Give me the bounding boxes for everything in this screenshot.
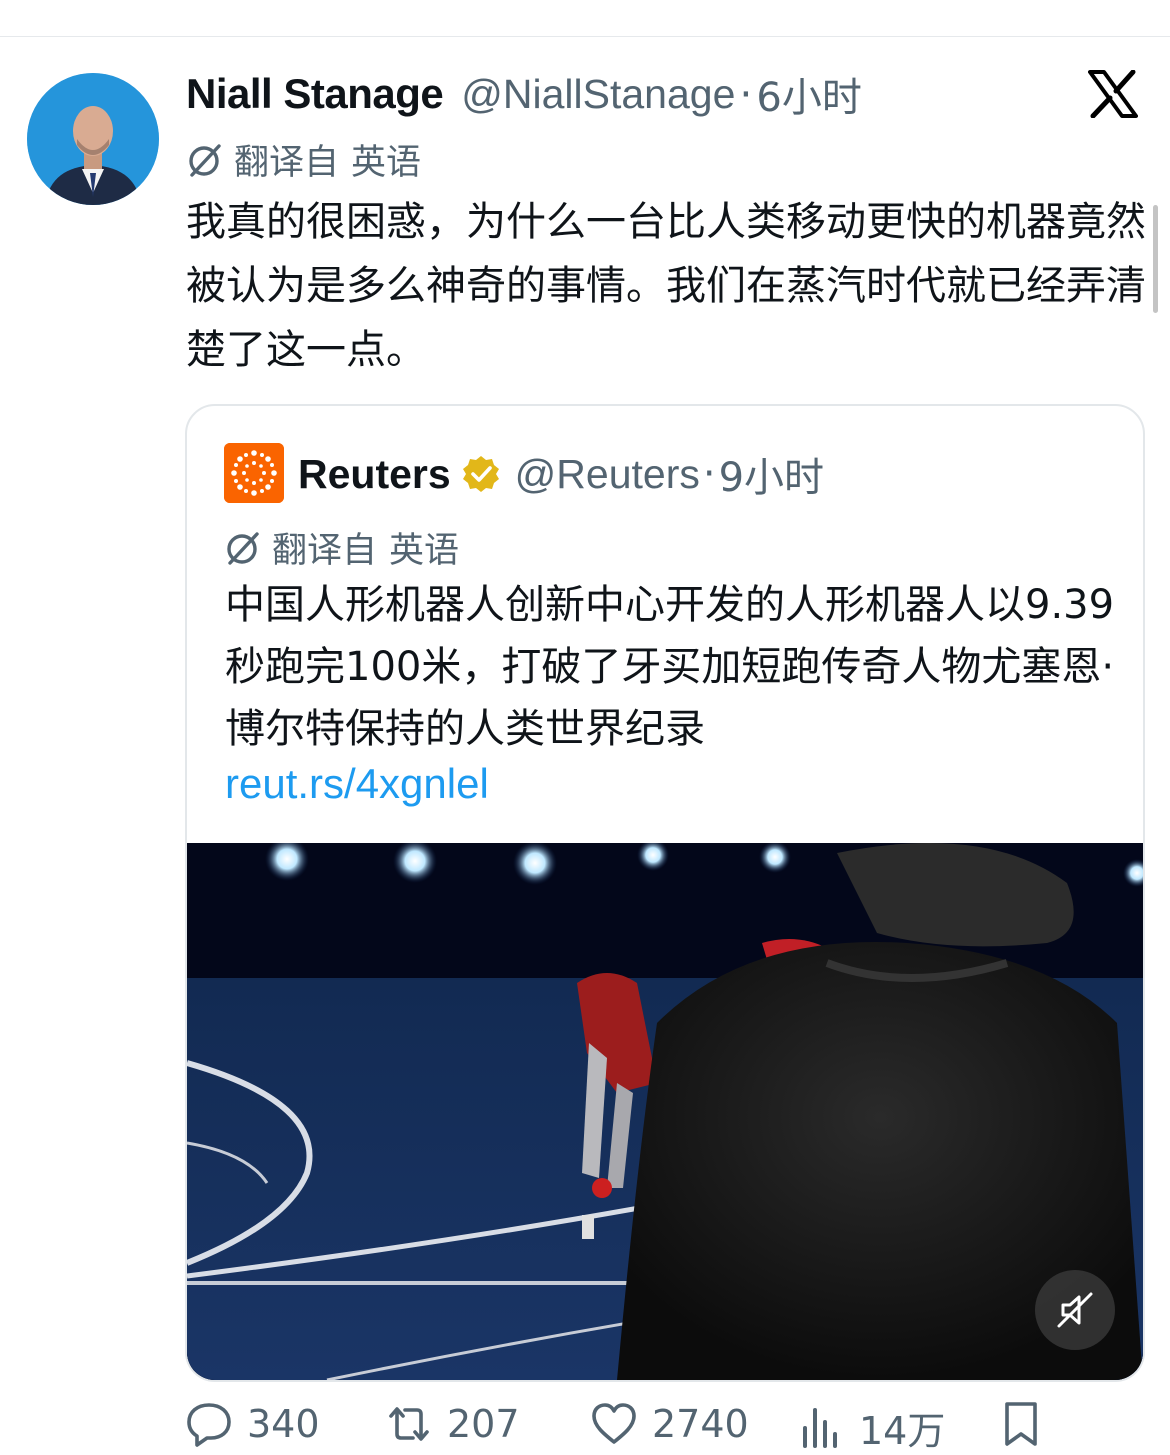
verified-badge-icon [462, 456, 499, 492]
translate-icon [227, 531, 259, 565]
reply-button[interactable]: 340 [185, 1400, 320, 1448]
bookmark-button[interactable] [997, 1400, 1059, 1448]
translation-notice[interactable]: 翻译自 英语 [186, 134, 421, 185]
quoted-author-name[interactable]: Reuters [298, 451, 451, 498]
quoted-tweet-card[interactable]: Reuters @Reuters · 9小时 翻译自 英语 中国人形机器人创新中… [185, 404, 1145, 1382]
quoted-timestamp[interactable]: 9小时 [719, 445, 824, 503]
reply-count: 340 [247, 1402, 320, 1446]
reply-icon [187, 1403, 231, 1447]
translation-language: 英语 [351, 143, 422, 183]
views-icon [803, 1407, 837, 1448]
translation-label: 翻译自 [234, 143, 340, 183]
bookmark-icon [1005, 1402, 1037, 1446]
quoted-tweet-text: 中国人形机器人创新中心开发的人形机器人以9.39秒跑完100米，打破了牙买加短跑… [225, 582, 1115, 752]
mute-button[interactable] [1035, 1270, 1115, 1350]
quoted-translation-notice[interactable]: 翻译自 英语 [224, 522, 459, 573]
author-handle[interactable]: @NiallStanage [461, 71, 735, 118]
tweet-text: 我真的很困惑，为什么一台比人类移动更快的机器竟然被认为是多么神奇的事情。我们在蒸… [186, 199, 1146, 373]
like-button[interactable]: 2740 [590, 1400, 749, 1448]
views-button[interactable]: 14万 [797, 1400, 945, 1455]
reuters-avatar[interactable] [224, 443, 284, 503]
x-logo-icon[interactable] [1088, 70, 1138, 118]
repost-count: 207 [447, 1402, 520, 1446]
author-line: Niall Stanage @NiallStanage · 6小时 [186, 66, 862, 122]
video-frame [187, 843, 1143, 1380]
mute-icon [1057, 1292, 1093, 1328]
like-count: 2740 [652, 1402, 749, 1446]
reuters-logo-icon [224, 443, 284, 503]
author-name[interactable]: Niall Stanage [186, 70, 444, 118]
tweet-action-bar: 340 207 2740 14万 [185, 1400, 1170, 1454]
repost-button[interactable]: 207 [385, 1400, 520, 1448]
quoted-tweet-link[interactable]: reut.rs/4xgnlel [225, 760, 489, 808]
quoted-author-handle[interactable]: @Reuters [515, 451, 700, 498]
video-player[interactable] [187, 843, 1143, 1380]
quoted-author-line: Reuters @Reuters · 9小时 [298, 446, 824, 502]
separator-dot: · [702, 451, 716, 497]
like-icon [592, 1403, 636, 1444]
translation-label: 翻译自 [272, 531, 378, 571]
top-divider [0, 36, 1170, 37]
translate-icon [189, 143, 221, 177]
repost-icon [389, 1407, 429, 1441]
scrollbar[interactable] [1153, 205, 1158, 313]
separator-dot: · [739, 70, 753, 118]
translation-language: 英语 [389, 531, 460, 571]
view-count: 14万 [859, 1409, 946, 1453]
author-avatar[interactable] [27, 73, 159, 205]
tweet-timestamp[interactable]: 6小时 [756, 65, 861, 123]
